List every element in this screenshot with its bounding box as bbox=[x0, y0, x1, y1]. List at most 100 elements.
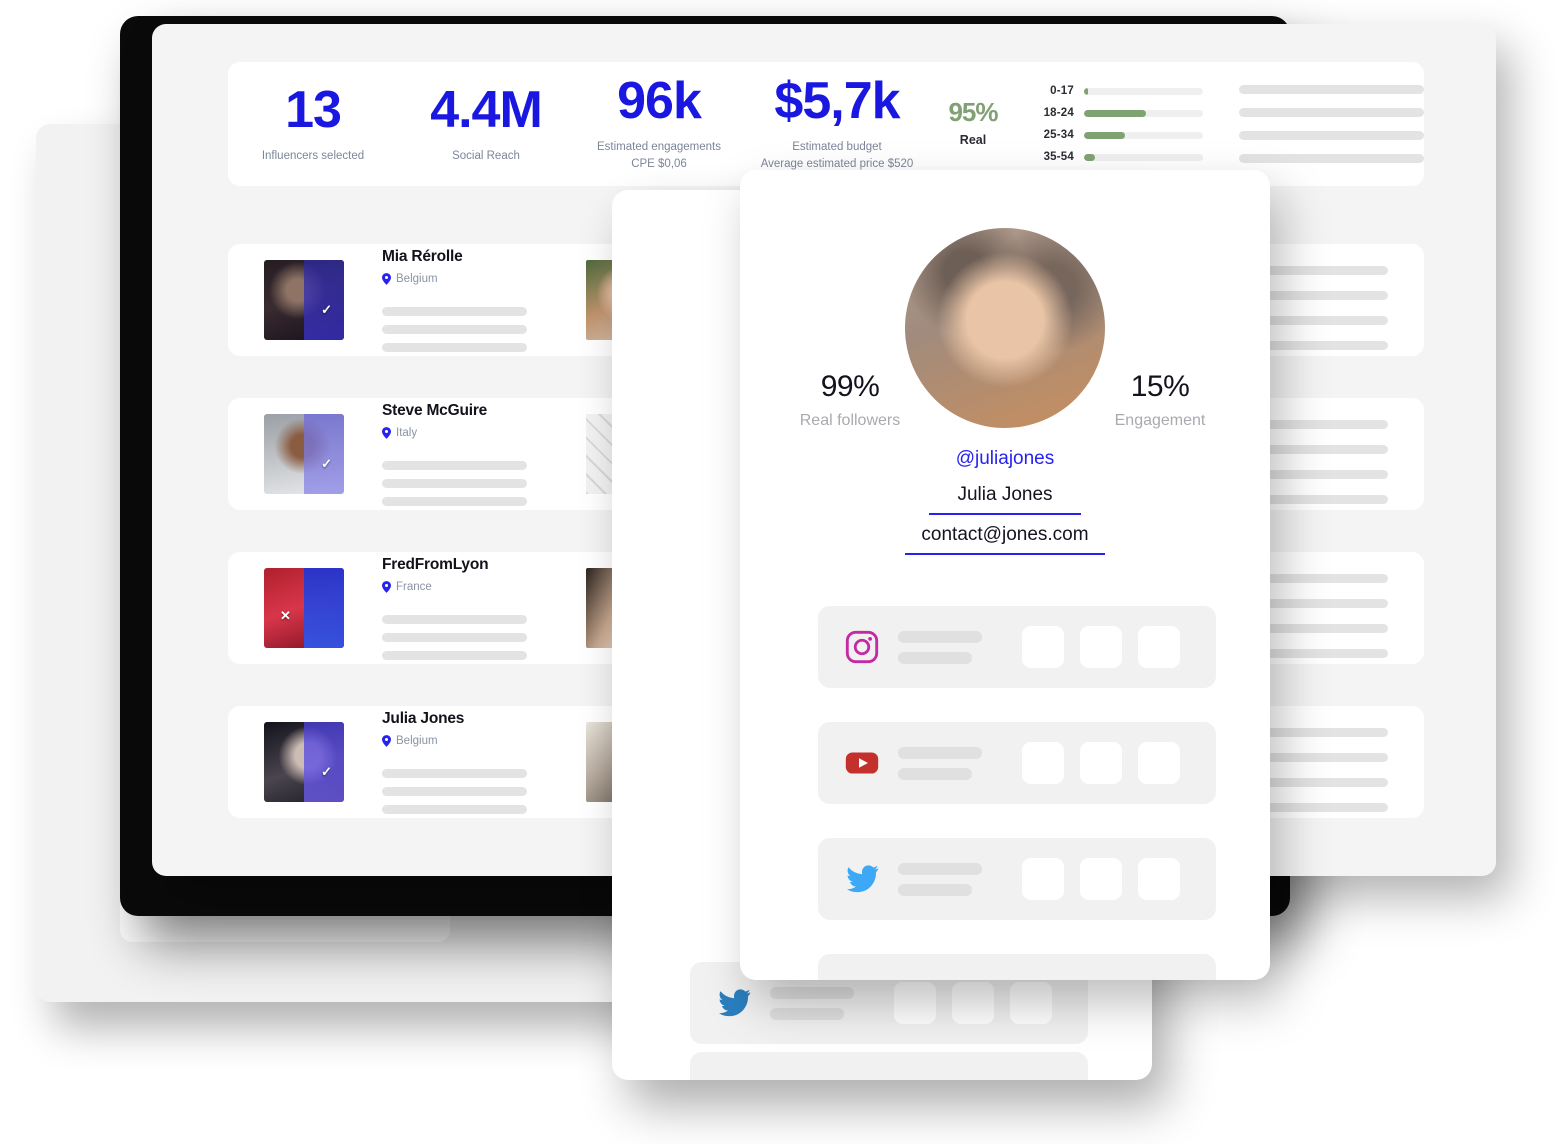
kpi-label: Engagement bbox=[1114, 412, 1206, 429]
placeholder-bar bbox=[382, 479, 527, 488]
metric-tile[interactable] bbox=[1080, 858, 1122, 900]
stat-label: Real bbox=[959, 132, 987, 147]
age-label: 35-54 bbox=[1043, 151, 1074, 163]
stat-estimated-engagements: 96k Estimated engagements CPE $0,06 bbox=[574, 75, 744, 172]
placeholder-bar bbox=[382, 497, 527, 506]
placeholder-bar bbox=[898, 651, 972, 664]
stat-label-main: Estimated budget bbox=[792, 141, 882, 154]
metric-tile[interactable] bbox=[1080, 626, 1122, 668]
map-pin-icon bbox=[382, 427, 391, 439]
age-track bbox=[1084, 87, 1204, 95]
avatar[interactable]: ✕ bbox=[264, 568, 344, 648]
kpi-label: Real followers bbox=[799, 412, 901, 429]
metric-tile[interactable] bbox=[1022, 626, 1064, 668]
avatar[interactable]: ✓ bbox=[264, 722, 344, 802]
age-label: 25-34 bbox=[1043, 129, 1074, 141]
metric-tile[interactable] bbox=[1138, 858, 1180, 900]
social-account-row-twitter[interactable] bbox=[818, 838, 1216, 920]
campaign-stats-card: 13 Influencers selected 4.4M Social Reac… bbox=[228, 62, 1424, 186]
stat-label: Estimated budget Average estimated price… bbox=[758, 139, 916, 172]
placeholder-lines bbox=[898, 862, 982, 896]
stat-value: $5,7k bbox=[774, 72, 900, 131]
placeholder-lines bbox=[898, 746, 982, 780]
placeholder-bar bbox=[382, 461, 527, 470]
influencer-location-label: France bbox=[396, 581, 432, 593]
stat-social-reach: 4.4M Social Reach bbox=[398, 84, 574, 165]
metric-tile[interactable] bbox=[1022, 742, 1064, 784]
metric-tiles[interactable] bbox=[1022, 742, 1180, 784]
youtube-icon bbox=[845, 752, 879, 774]
metric-tiles[interactable] bbox=[1022, 626, 1180, 668]
profile-handle[interactable]: @juliajones bbox=[740, 448, 1270, 470]
social-account-row-youtube[interactable] bbox=[818, 722, 1216, 804]
twitter-icon bbox=[719, 989, 751, 1017]
metric-tiles[interactable] bbox=[894, 982, 1052, 1024]
placeholder-bar bbox=[1239, 85, 1424, 94]
map-pin-icon bbox=[382, 273, 391, 285]
age-track bbox=[1084, 131, 1204, 139]
stat-influencers-selected: 13 Influencers selected bbox=[228, 84, 398, 165]
age-breakdown-chart: 0-17 18-24 25-34 35-54 bbox=[1016, 85, 1204, 163]
placeholder-bar bbox=[382, 651, 527, 660]
age-track bbox=[1084, 109, 1204, 117]
profile-modal: 99% Real followers 15% Engagement @julia… bbox=[740, 170, 1270, 980]
metric-tile[interactable] bbox=[1138, 742, 1180, 784]
metric-tile[interactable] bbox=[1010, 982, 1052, 1024]
age-row: 25-34 bbox=[1030, 129, 1204, 141]
stat-value: 95% bbox=[948, 96, 998, 127]
twitter-icon bbox=[847, 865, 879, 893]
placeholder-bar bbox=[770, 1007, 844, 1020]
profile-email-input[interactable]: contact@jones.com bbox=[905, 524, 1105, 555]
social-account-row-extra[interactable] bbox=[818, 954, 1216, 980]
stat-value: 96k bbox=[617, 72, 702, 131]
profile-name-input[interactable]: Julia Jones bbox=[929, 484, 1081, 515]
avatar-tint bbox=[304, 568, 344, 648]
age-track bbox=[1084, 153, 1204, 161]
placeholder-lines bbox=[770, 986, 854, 1020]
metric-tile[interactable] bbox=[894, 982, 936, 1024]
deselected-cross-icon: ✕ bbox=[280, 608, 291, 623]
profile-avatar bbox=[905, 228, 1105, 428]
age-row: 35-54 bbox=[1030, 151, 1204, 163]
placeholder-bar bbox=[898, 767, 972, 780]
metric-tile[interactable] bbox=[1080, 742, 1122, 784]
avatar[interactable]: ✓ bbox=[264, 414, 344, 494]
kpi-value: 99% bbox=[820, 370, 880, 403]
placeholder-bar bbox=[1239, 131, 1424, 140]
placeholder-bar bbox=[382, 343, 527, 352]
age-fill bbox=[1084, 109, 1147, 117]
kpi-real-followers: 99% Real followers bbox=[770, 370, 930, 430]
age-fill bbox=[1084, 87, 1088, 95]
metric-tiles[interactable] bbox=[1022, 858, 1180, 900]
placeholder-bar bbox=[898, 630, 982, 643]
stat-estimated-budget: $5,7k Estimated budget Average estimated… bbox=[744, 75, 930, 172]
social-account-row[interactable] bbox=[690, 1052, 1088, 1080]
stat-label-main: Estimated engagements bbox=[596, 141, 722, 154]
avatar-tint bbox=[304, 260, 344, 340]
age-label: 18-24 bbox=[1043, 107, 1074, 119]
avatar[interactable]: ✓ bbox=[264, 260, 344, 340]
placeholder-bar bbox=[898, 883, 972, 896]
stat-real-followers: 95% Real bbox=[930, 99, 1016, 149]
avatar-tint bbox=[304, 414, 344, 494]
selected-check-icon: ✓ bbox=[321, 456, 332, 471]
placeholder-bar bbox=[382, 805, 527, 814]
age-row: 18-24 bbox=[1030, 107, 1204, 119]
stat-label: Influencers selected bbox=[261, 149, 365, 162]
placeholder-bar bbox=[382, 769, 527, 778]
stat-value: 13 bbox=[285, 80, 342, 139]
metric-tile[interactable] bbox=[952, 982, 994, 1024]
stat-label: Estimated engagements CPE $0,06 bbox=[588, 139, 730, 172]
kpi-engagement: 15% Engagement bbox=[1080, 370, 1240, 430]
placeholder-lines bbox=[898, 630, 982, 664]
age-fill bbox=[1084, 153, 1095, 161]
age-fill bbox=[1084, 131, 1125, 139]
placeholder-bar bbox=[1239, 108, 1424, 117]
placeholder-bar bbox=[382, 615, 527, 624]
social-account-row-instagram[interactable] bbox=[818, 606, 1216, 688]
metric-tile[interactable] bbox=[1138, 626, 1180, 668]
stat-value: 4.4M bbox=[430, 80, 543, 139]
metric-tile[interactable] bbox=[1022, 858, 1064, 900]
profile-avatar-image bbox=[905, 228, 1105, 428]
selected-check-icon: ✓ bbox=[321, 302, 332, 317]
